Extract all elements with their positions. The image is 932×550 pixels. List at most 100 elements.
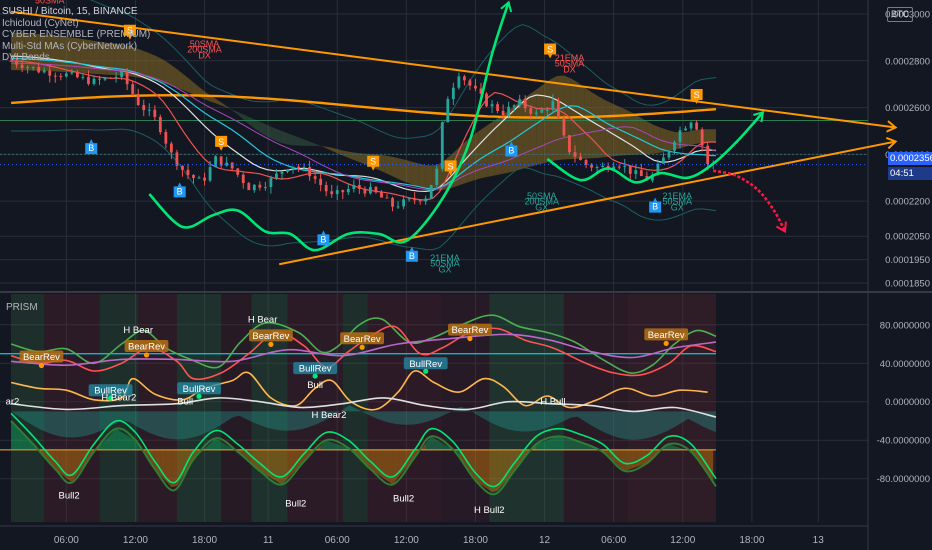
prism-signal-tag: Bull <box>177 396 193 407</box>
prism-axis-label: -80.0000000 <box>877 474 930 485</box>
candle-body <box>634 170 638 174</box>
prism-tag-text: H Bear2 <box>312 410 347 421</box>
candle-body <box>225 162 229 166</box>
candle-body <box>48 70 52 76</box>
cloud-segment <box>391 156 399 179</box>
candle-body <box>297 166 300 169</box>
candle-body <box>512 105 516 107</box>
cloud-segment <box>529 89 537 167</box>
candle-body <box>485 93 488 107</box>
indicator-multi-std-mas[interactable]: Multi-Std MAs (CyberNetwork) <box>2 41 150 53</box>
candle-body <box>474 85 477 89</box>
candle-body <box>114 76 118 79</box>
prism-tag-text: ar2 <box>6 396 20 407</box>
candle-body <box>109 77 112 79</box>
currency-badge[interactable]: BTC <box>887 7 913 22</box>
prism-regime-band <box>176 294 222 522</box>
candle-body <box>42 70 46 73</box>
candle-body <box>153 109 157 117</box>
price-axis-label: 0.0001850 <box>885 278 930 289</box>
prism-regime-band <box>287 294 343 522</box>
indicator-legend: SUSHI / Bitcoin, 15, BINANCE Ichicloud (… <box>2 6 150 64</box>
candle-body <box>208 167 212 181</box>
prism-fill-segment <box>276 449 282 485</box>
prism-tag-text: BearRev <box>23 352 60 363</box>
candle-body <box>440 122 444 169</box>
prism-tag-dot <box>143 352 150 358</box>
price-axis-label: 0.0002200 <box>885 197 930 208</box>
prism-regime-band <box>221 294 252 522</box>
cloud-segment <box>626 109 634 156</box>
prism-axis-label: 80.0000000 <box>880 320 930 331</box>
candle-body <box>684 128 687 131</box>
prism-tag-dot <box>268 341 274 347</box>
candle-body <box>164 132 168 144</box>
candle-body <box>435 168 439 185</box>
candle-body <box>319 178 323 186</box>
candle-body <box>87 76 90 84</box>
prism-pane-title[interactable]: PRISM <box>6 302 38 313</box>
time-axis-label: 06:00 <box>325 535 350 546</box>
time-axis-label: 18:00 <box>739 535 764 546</box>
indicator-cyber-ensemble[interactable]: CYBER ENSEMBLE (PREMIUM) <box>2 29 150 41</box>
signal-letter: S <box>218 137 224 147</box>
candle-body <box>131 84 135 94</box>
candle-body <box>402 199 405 207</box>
cloud-segment <box>584 87 592 159</box>
candle-body <box>468 80 472 86</box>
candle-body <box>639 170 643 176</box>
prism-tag-dot <box>38 362 45 369</box>
prism-tag-text: BullRev <box>409 359 442 370</box>
candle-body <box>662 157 665 164</box>
prism-tag-text: BearRev <box>252 331 289 342</box>
prism-fill-segment <box>624 449 631 472</box>
candle-body <box>540 109 544 113</box>
signal-letter: S <box>694 90 700 100</box>
price-axis-label: 0.0002600 <box>885 103 930 114</box>
prism-fill-segment <box>281 449 288 485</box>
cloud-segment <box>688 129 696 146</box>
ma-cross-annotation: 50SMA <box>35 0 65 6</box>
cloud-segment <box>646 121 654 155</box>
prism-signal-tag: H Bull <box>540 396 565 407</box>
prism-signal-tag: H Bear2 <box>101 392 136 403</box>
candle-body <box>529 108 533 114</box>
price-axis-label: 0.0001950 <box>885 255 930 266</box>
candle-body <box>252 184 256 191</box>
prism-signal-tag: Bull2 <box>59 491 80 502</box>
prism-fill-segment <box>475 449 481 485</box>
candle-body <box>192 174 195 178</box>
cloud-segment <box>398 158 405 182</box>
signal-letter: S <box>370 157 376 167</box>
prism-regime-band <box>251 294 288 522</box>
signal-letter: B <box>409 251 415 261</box>
candle-body <box>37 67 41 73</box>
prism-signal-tag: H Bear <box>123 325 153 336</box>
candle-body <box>147 109 151 111</box>
candle-body <box>53 75 57 77</box>
candle-body <box>324 185 328 192</box>
candle-body <box>197 177 201 179</box>
candle-body <box>573 152 577 157</box>
prism-fill-segment <box>375 449 382 477</box>
candle-body <box>308 167 312 177</box>
candle-body <box>568 135 571 153</box>
prism-tag-text: BearRev <box>128 341 165 352</box>
indicator-dvi-bands[interactable]: DVI Bands <box>2 52 150 64</box>
ma-cross-annotation: GX <box>671 202 684 212</box>
prism-signal-tag: H Bear2 <box>312 410 347 421</box>
cloud-segment <box>411 161 419 187</box>
cloud-segment <box>487 120 495 177</box>
candle-body <box>286 169 289 172</box>
indicator-ichicloud[interactable]: Ichicloud (CyNet) <box>2 18 150 30</box>
symbol-title[interactable]: SUSHI / Bitcoin, 15, BINANCE <box>2 6 150 18</box>
candle-body <box>169 143 173 153</box>
candle-body <box>335 190 339 195</box>
candle-body <box>678 130 682 143</box>
prism-signal-tag: Bull <box>307 380 323 391</box>
candle-body <box>64 73 68 77</box>
prism-fill-segment <box>116 428 122 450</box>
candle-body <box>258 184 262 188</box>
prism-fill-segment <box>265 449 271 478</box>
prism-tag-text: Bull2 <box>393 493 414 504</box>
